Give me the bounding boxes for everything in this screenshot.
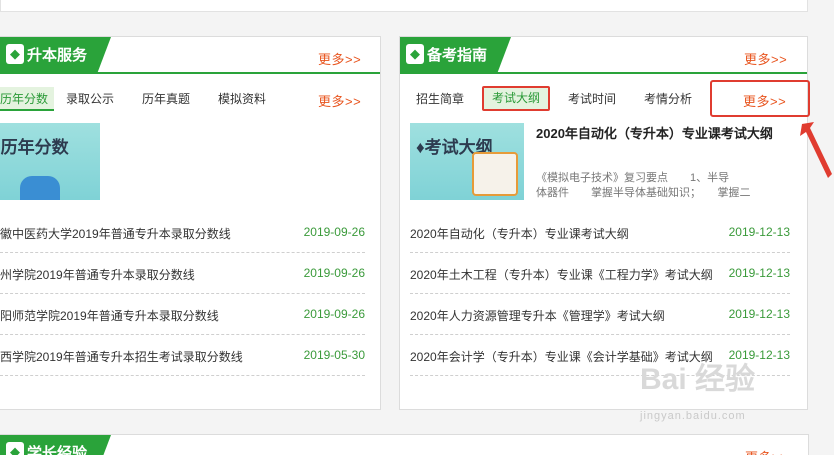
- book-icon: ◆: [6, 442, 24, 455]
- panel-title-badge: ◆ 备考指南: [400, 37, 512, 74]
- list-item[interactable]: 2020年自动化（专升本）专业课考试大纲 2019-12-13: [410, 213, 790, 253]
- highlight-box: [710, 80, 810, 117]
- panel-title-badge: ◆ 升本服务: [0, 37, 112, 74]
- item-date: 2019-12-13: [728, 225, 790, 239]
- list-item[interactable]: 2020年人力资源管理专升本《管理学》考试大纲 2019-12-13: [410, 295, 790, 335]
- feature-thumbnail[interactable]: ♦历年分数: [0, 123, 100, 200]
- book-icon: ◆: [406, 44, 424, 65]
- top-bar: [0, 0, 808, 12]
- panel-title: 学长经验: [27, 445, 88, 455]
- list-item[interactable]: 州学院2019年普通专升本录取分数线 2019-09-26: [0, 254, 365, 294]
- item-date: 2019-12-13: [728, 348, 790, 362]
- more-link[interactable]: 更多>>: [318, 49, 361, 68]
- item-title[interactable]: 2020年土木工程（专升本）专业课《工程力学》考试大纲: [410, 266, 713, 283]
- panel-title-badge: ◆ 学长经验: [0, 435, 112, 455]
- feature-desc-line1: 《模拟电子技术》复习要点 1、半导: [536, 172, 730, 184]
- laptop-illustration: [20, 176, 60, 200]
- item-date: 2019-09-26: [303, 266, 365, 280]
- panel-header: ◆ 升本服务 更多>>: [0, 37, 380, 74]
- tab-admission-guide[interactable]: 招生简章: [416, 87, 464, 111]
- tab-bar: 历年分数 录取公示 历年真题 模拟资料 更多>>: [0, 87, 380, 113]
- more-link[interactable]: 更多>>: [745, 447, 788, 455]
- feature-thumbnail[interactable]: ♦考试大纲: [410, 123, 524, 200]
- item-title[interactable]: 2020年人力资源管理专升本《管理学》考试大纲: [410, 307, 665, 324]
- item-date: 2019-12-13: [728, 307, 790, 321]
- item-date: 2019-09-26: [303, 225, 365, 239]
- tabs-more-link[interactable]: 更多>>: [318, 91, 361, 110]
- tab-past-exams[interactable]: 历年真题: [142, 87, 190, 111]
- tab-admission-notice[interactable]: 录取公示: [66, 87, 114, 111]
- item-date: 2019-12-13: [728, 266, 790, 280]
- item-date: 2019-09-26: [303, 307, 365, 321]
- list-item[interactable]: 2020年土木工程（专升本）专业课《工程力学》考试大纲 2019-12-13: [410, 254, 790, 294]
- tab-exam-time[interactable]: 考试时间: [568, 87, 616, 111]
- tab-exam-analysis[interactable]: 考情分析: [644, 87, 692, 111]
- watermark-url: jingyan.baidu.com: [640, 410, 746, 422]
- watermark: Bai 经验 jingyan.baidu.com: [640, 362, 810, 432]
- panel-title: 升本服务: [27, 47, 88, 64]
- tab-mock-materials[interactable]: 模拟资料: [218, 87, 266, 111]
- service-panel: ◆升本服务 更多>> 历年分数 录取公示 历年真题 模拟资料 更多>> ♦历年分…: [0, 36, 381, 410]
- item-title[interactable]: 2020年自动化（专升本）专业课考试大纲: [410, 225, 629, 242]
- document-illustration: [472, 152, 518, 196]
- item-title[interactable]: 阳师范学院2019年普通专升本录取分数线: [0, 307, 219, 324]
- list-item[interactable]: 西学院2019年普通专升本招生考试录取分数线 2019-05-30: [0, 336, 365, 376]
- panel-title: 备考指南: [427, 47, 488, 64]
- item-title[interactable]: 西学院2019年普通专升本招生考试录取分数线: [0, 348, 243, 365]
- red-arrow-icon: [800, 122, 832, 178]
- list-item[interactable]: 徽中医药大学2019年普通专升本录取分数线 2019-09-26: [0, 213, 365, 253]
- more-link[interactable]: 更多>>: [744, 49, 787, 68]
- watermark-brand: Bai 经验: [640, 363, 756, 396]
- item-date: 2019-05-30: [303, 348, 365, 362]
- panel-header: ◆ 备考指南 更多>>: [400, 37, 807, 74]
- tab-exam-syllabus[interactable]: 考试大纲: [482, 86, 551, 111]
- item-title[interactable]: 州学院2019年普通专升本录取分数线: [0, 266, 195, 283]
- panel-header: ◆学长经验 更多>>: [0, 435, 808, 455]
- tab-history-scores[interactable]: 历年分数: [0, 87, 55, 111]
- book-icon: ◆: [6, 44, 24, 65]
- item-title[interactable]: 徽中医药大学2019年普通专升本录取分数线: [0, 225, 231, 242]
- feature-desc-line2: 体器件 掌握半导体基础知识； 掌握二: [536, 187, 751, 199]
- experience-panel: ◆学长经验 更多>>: [0, 434, 809, 455]
- thumbnail-caption: ♦历年分数: [0, 138, 69, 157]
- feature-title[interactable]: 2020年自动化（专升本）专业课考试大纲: [536, 125, 790, 143]
- list-item[interactable]: 阳师范学院2019年普通专升本录取分数线 2019-09-26: [0, 295, 365, 335]
